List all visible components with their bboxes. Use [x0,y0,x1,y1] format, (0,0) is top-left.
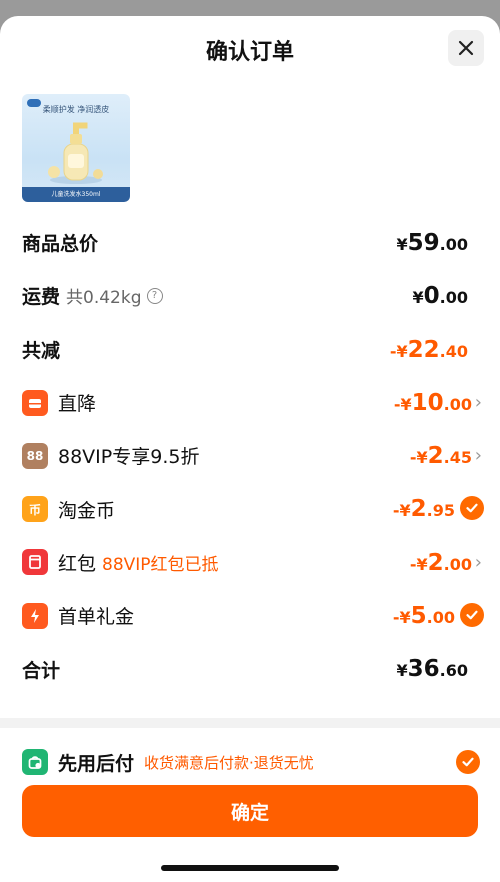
section-divider [0,718,500,728]
close-button[interactable] [448,30,484,66]
row-label: 运费 [22,286,61,309]
red-packet-note: 88VIP红包已抵 [102,554,219,575]
row-label: 商品总价 [22,233,99,256]
row-grand-total: 合计 ¥36.60 [0,642,500,695]
chevron-right-icon: › [474,392,482,414]
page-title: 确认订单 [205,40,294,65]
row-label: 共减 [22,339,61,362]
row-price: -¥ 2.95 [392,496,455,523]
product-image[interactable]: 柔顺护发 净润透皮 儿童洗发水350ml [22,94,130,202]
row-price: -¥ 5.00 [392,603,455,630]
row-price: -¥ 10.00 [393,389,472,416]
close-icon [458,40,474,56]
header: 确认订单 [0,16,500,82]
check-icon[interactable] [460,603,484,628]
row-direct-discount[interactable]: 直降 -¥ 10.00 › [0,376,500,429]
help-icon[interactable]: ? [146,287,163,304]
row-label: 合计 [22,659,61,682]
discount-icon [22,389,48,416]
row-label: 直降 [58,393,97,416]
row-first-order-gift[interactable]: 首单礼金 -¥ 5.00 [0,589,500,642]
row-price: -¥ 2.00 [409,549,472,576]
row-price: ¥0.00 [412,283,469,310]
row-shipping: 运费 共0.42kg ? ¥0.00 [0,269,500,322]
row-price: -¥ 22.40 [389,336,468,363]
row-total-discount: 共减 -¥ 22.40 [0,323,500,376]
row-label: 红包 [58,552,97,575]
pay-later-label: 先用后付 [58,752,135,775]
check-icon[interactable] [460,496,484,521]
row-label: 淘金币 [58,499,116,522]
pay-later-description: 收货满意后付款·退货无忧 [144,753,314,772]
product-caption: 儿童洗发水350ml [22,187,130,202]
chevron-right-icon: › [474,445,482,467]
red-packet-icon [22,549,48,576]
row-red-packet[interactable]: 红包 88VIP红包已抵 -¥ 2.00 › [0,536,500,589]
row-total-goods: 商品总价 ¥59.00 [0,216,500,269]
coin-icon: 币 [22,496,48,523]
lightning-icon [22,602,48,629]
chevron-right-icon: › [474,551,482,573]
row-price: -¥ 2.45 [409,443,472,470]
row-price: ¥36.60 [396,656,469,683]
price-breakdown: 商品总价 ¥59.00 运费 共0.42kg ? ¥0.00 共减 -¥ 22.4… [0,216,500,696]
row-taojinbi[interactable]: 币 淘金币 -¥ 2.95 [0,482,500,535]
shipping-weight: 共0.42kg [66,288,142,309]
home-indicator [161,865,339,871]
row-label: 首单礼金 [58,606,135,629]
row-label: 88VIP专享9.5折 [58,446,200,469]
row-price: ¥59.00 [396,230,469,256]
order-confirm-sheet: 确认订单 柔顺护发 净润透皮 儿童洗发水350ml 商品总价 ¥59.00 运费… [0,16,500,882]
88vip-icon: 88 [22,442,48,469]
confirm-button[interactable]: 确定 [22,785,478,837]
shampoo-bottle-icon [48,122,103,184]
row-88vip-discount[interactable]: 88 88VIP专享9.5折 -¥ 2.45 › [0,429,500,482]
shopping-bag-icon [22,749,48,775]
check-icon[interactable] [456,750,480,774]
